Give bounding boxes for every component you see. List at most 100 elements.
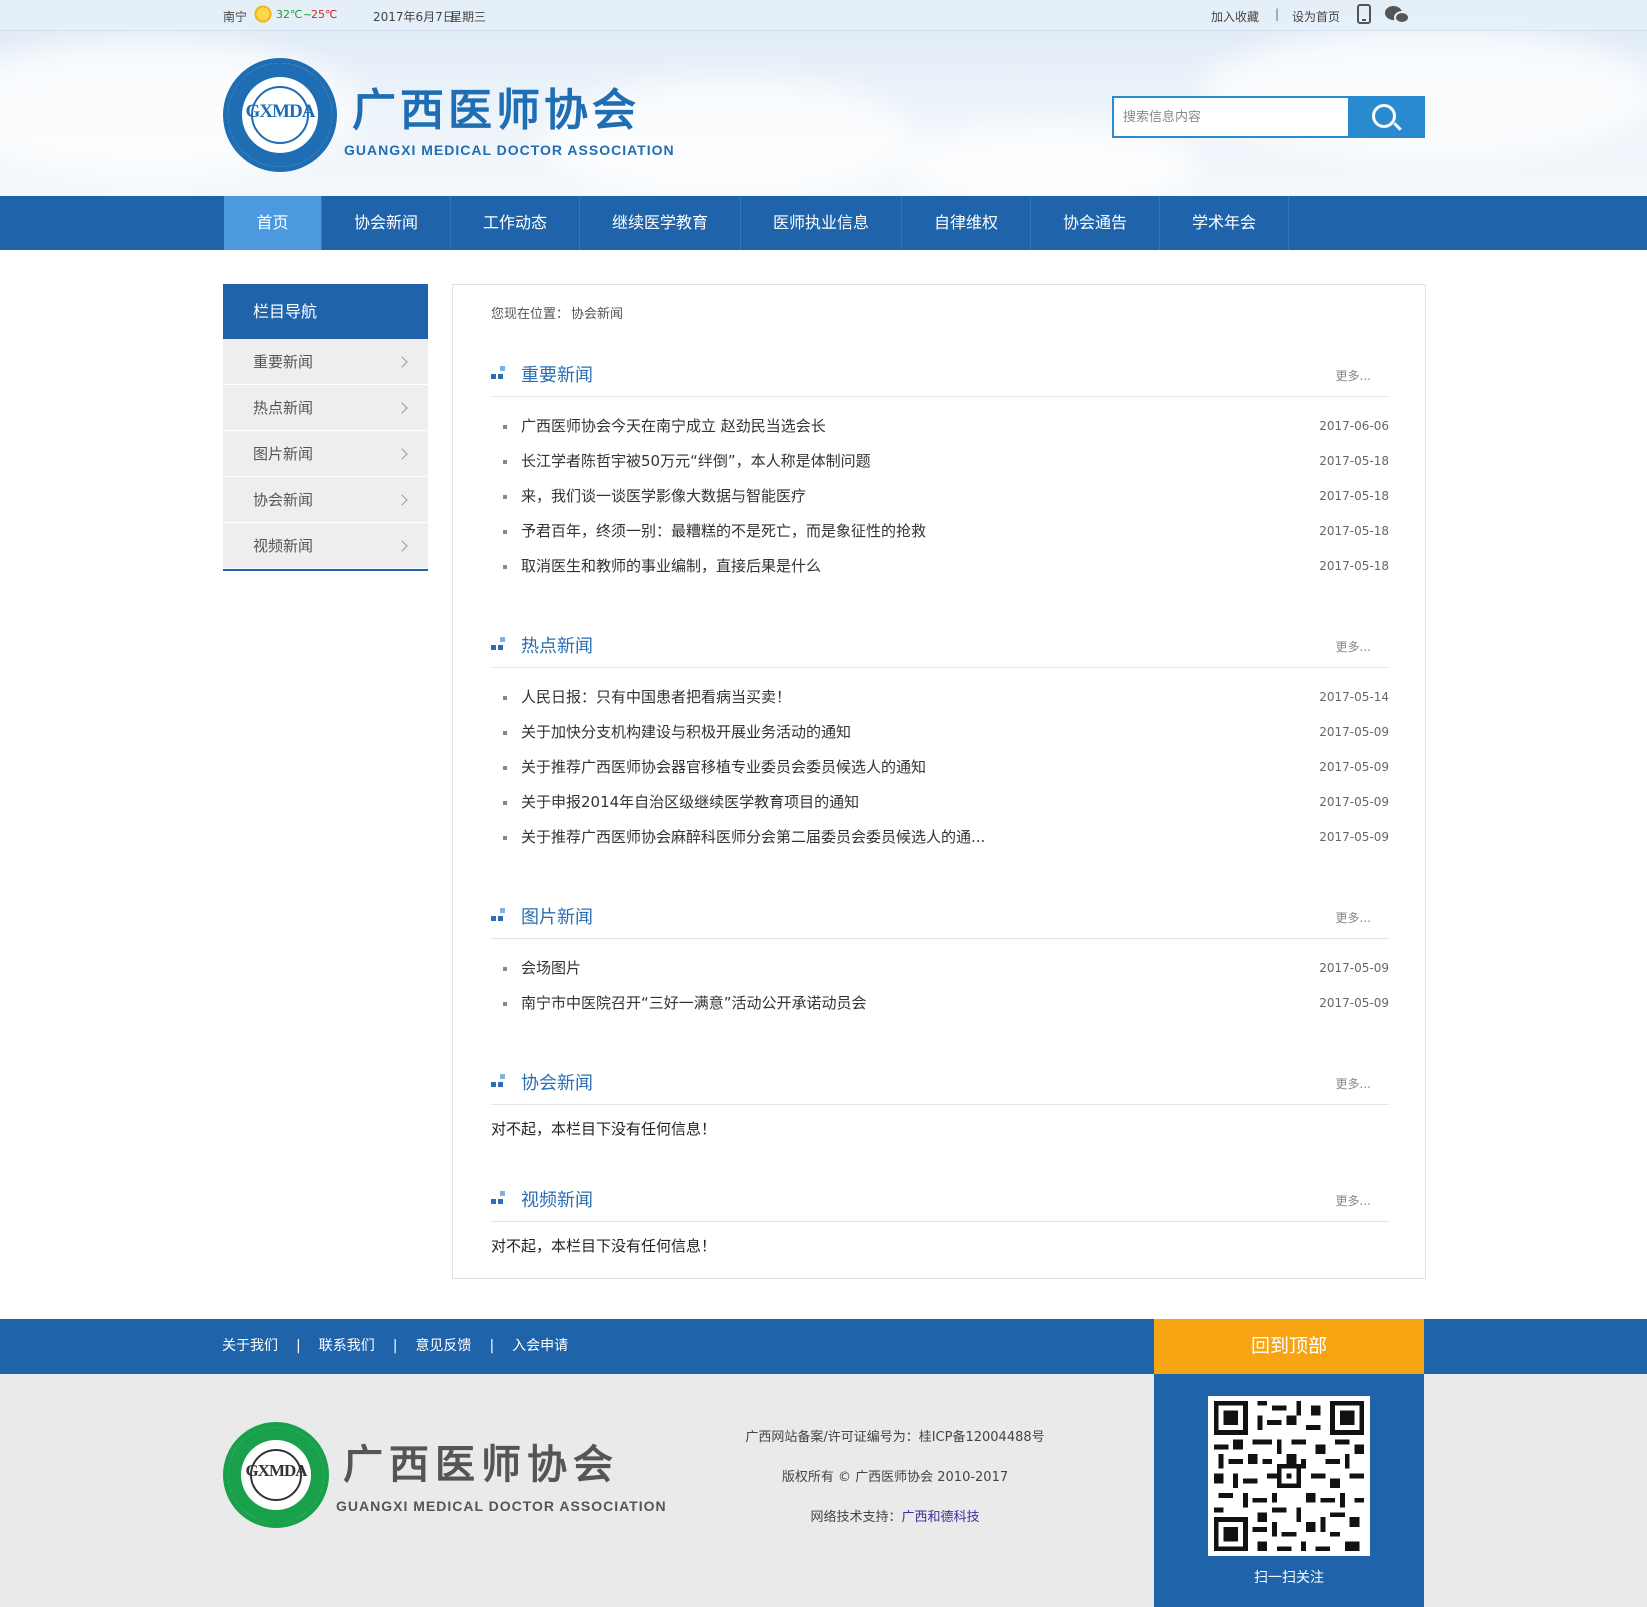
weather-city: 南宁 [223,10,248,24]
nav-item-continuing-education[interactable]: 继续医学教育 [580,196,741,250]
sidebar-item-photo-news[interactable]: 图片新闻 [223,431,428,477]
weather-sunny-icon [253,4,273,24]
news-list-item[interactable]: 南宁市中医院召开“三好一满意”活动公开承诺动员会 2017-05-09 [491,986,1389,1021]
more-link[interactable]: 更多... [1336,909,1371,926]
mobile-phone-icon[interactable] [1357,4,1371,24]
temperature-low: 25℃ [311,8,338,21]
temperature-high: 32℃ [276,8,303,21]
logo-abbreviation: GXMDA [245,101,316,122]
nav-item-home[interactable]: 首页 [224,196,322,250]
news-list-item[interactable]: 长江学者陈哲宇被50万元“绊倒”，本人称是体制问题 2017-05-18 [491,444,1389,479]
news-date: 2017-05-09 [1319,996,1389,1010]
more-link[interactable]: 更多... [1336,367,1371,384]
sidebar-item-label: 重要新闻 [253,353,314,371]
chevron-right-icon [396,448,408,460]
empty-message: 对不起，本栏目下没有任何信息！ [491,1237,717,1255]
news-list-item[interactable]: 会场图片 2017-05-09 [491,951,1389,986]
section-title[interactable]: 视频新闻 [521,1186,593,1212]
current-weekday: 星期三 [450,10,487,24]
section-squares-icon [491,365,507,381]
top-utility-bar: 南宁 32℃ ~ 25℃ 2017年6月7日 星期三 加入收藏 | 设为首页 [0,0,1647,31]
chevron-right-icon [396,356,408,368]
empty-message: 对不起，本栏目下没有任何信息！ [491,1120,717,1138]
section-hot-news: 热点新闻 更多... 人民日报：只有中国患者把看病当买卖！ 2017-05-14 … [491,622,1389,855]
news-list-item[interactable]: 关于推荐广西医师协会麻醉科医师分会第二届委员会委员候选人的通... 2017-05… [491,820,1389,855]
chevron-right-icon [396,402,408,414]
footer-link-feedback[interactable]: 意见反馈 [415,1319,471,1374]
nav-item-work-updates[interactable]: 工作动态 [451,196,580,250]
news-date: 2017-06-06 [1319,419,1389,433]
sidebar-item-label: 热点新闻 [253,399,314,417]
section-title[interactable]: 协会新闻 [521,1069,593,1095]
section-squares-icon [491,1190,507,1206]
sidebar-item-important-news[interactable]: 重要新闻 [223,339,428,385]
wechat-icon[interactable] [1385,4,1411,24]
news-list-item[interactable]: 来，我们谈一谈医学影像大数据与智能医疗 2017-05-18 [491,479,1389,514]
footer-logo-title: 广西医师协会 [343,1441,619,1488]
icp-record: 广西网站备案/许可证编号为：桂ICP备12004488号 [745,1430,1045,1445]
news-list-item[interactable]: 关于申报2014年自治区级继续医学教育项目的通知 2017-05-09 [491,785,1389,820]
news-list-item[interactable]: 关于加快分支机构建设与积极开展业务活动的通知 2017-05-09 [491,715,1389,750]
section-video-news: 视频新闻 更多... 对不起，本栏目下没有任何信息！ [491,1176,1389,1258]
association-logo-emblem[interactable]: GXMDA [223,58,337,172]
section-title[interactable]: 热点新闻 [521,632,593,658]
topbar-divider: | [1275,7,1280,21]
tech-support-link[interactable]: 广西和德科技 [902,1510,980,1525]
more-link[interactable]: 更多... [1336,1192,1371,1209]
sidebar-item-video-news[interactable]: 视频新闻 [223,523,428,569]
sidebar-item-label: 视频新闻 [253,537,314,555]
footer-logo-emblem: GXMDA [223,1422,329,1528]
search-input[interactable] [1112,96,1348,138]
search-button[interactable] [1348,96,1425,138]
sidebar-item-hot-news[interactable]: 热点新闻 [223,385,428,431]
section-squares-icon [491,907,507,923]
sidebar-item-label: 图片新闻 [253,445,314,463]
sidebar-item-association-news[interactable]: 协会新闻 [223,477,428,523]
breadcrumb-current[interactable]: 协会新闻 [571,307,623,322]
section-association-news: 协会新闻 更多... 对不起，本栏目下没有任何信息！ [491,1059,1389,1141]
section-photo-news: 图片新闻 更多... 会场图片 2017-05-09 南宁市中医院召开“三好一满意… [491,893,1389,1021]
news-date: 2017-05-09 [1319,795,1389,809]
news-date: 2017-05-09 [1319,760,1389,774]
sidebar-heading: 栏目导航 [223,284,428,339]
news-date: 2017-05-09 [1319,725,1389,739]
set-homepage-link[interactable]: 设为首页 [1292,8,1340,25]
chevron-right-icon [396,494,408,506]
current-date: 2017年6月7日 [373,10,455,24]
news-list-item[interactable]: 予君百年，终须一别：最糟糕的不是死亡，而是象征性的抢救 2017-05-18 [491,514,1389,549]
nav-item-association-news[interactable]: 协会新闻 [322,196,451,250]
sidebar: 栏目导航 重要新闻 热点新闻 图片新闻 协会新闻 视频新闻 [223,284,428,571]
footer-link-about[interactable]: 关于我们 [222,1319,278,1374]
back-to-top-button[interactable]: 回到顶部 [1154,1319,1424,1374]
footer-link-contact[interactable]: 联系我们 [319,1319,375,1374]
news-date: 2017-05-18 [1319,524,1389,538]
news-list-item[interactable]: 取消医生和教师的事业编制，直接后果是什么 2017-05-18 [491,549,1389,584]
section-title[interactable]: 重要新闻 [521,361,593,387]
more-link[interactable]: 更多... [1336,1075,1371,1092]
breadcrumb: 您现在位置： 协会新闻 [491,303,625,322]
breadcrumb-prefix: 您现在位置： [491,307,570,322]
news-list-item[interactable]: 广西医师协会今天在南宁成立 赵劲民当选会长 2017-06-06 [491,409,1389,444]
news-date: 2017-05-18 [1319,489,1389,503]
nav-item-rights-protection[interactable]: 自律维权 [902,196,1031,250]
nav-item-practice-info[interactable]: 医师执业信息 [741,196,902,250]
news-date: 2017-05-18 [1319,454,1389,468]
nav-item-notices[interactable]: 协会通告 [1031,196,1160,250]
main-navigation: 首页 协会新闻 工作动态 继续医学教育 医师执业信息 自律维权 协会通告 学术年… [0,196,1647,250]
section-title[interactable]: 图片新闻 [521,903,593,929]
qr-caption: 扫一扫关注 [1254,1570,1324,1586]
section-squares-icon [491,636,507,652]
more-link[interactable]: 更多... [1336,638,1371,655]
news-date: 2017-05-14 [1319,690,1389,704]
news-list-item[interactable]: 人民日报：只有中国患者把看病当买卖！ 2017-05-14 [491,680,1389,715]
qr-panel: 扫一扫关注 [1154,1374,1424,1607]
chevron-right-icon [396,540,408,552]
section-squares-icon [491,1073,507,1089]
site-subtitle: GUANGXI MEDICAL DOCTOR ASSOCIATION [344,142,675,158]
news-date: 2017-05-09 [1319,830,1389,844]
copyright-text: 版权所有 © 广西医师协会 2010-2017 [781,1470,1009,1485]
footer-link-membership[interactable]: 入会申请 [512,1319,568,1374]
add-favorite-link[interactable]: 加入收藏 [1211,8,1259,25]
nav-item-annual-conference[interactable]: 学术年会 [1160,196,1289,250]
news-list-item[interactable]: 关于推荐广西医师协会器官移植专业委员会委员候选人的通知 2017-05-09 [491,750,1389,785]
